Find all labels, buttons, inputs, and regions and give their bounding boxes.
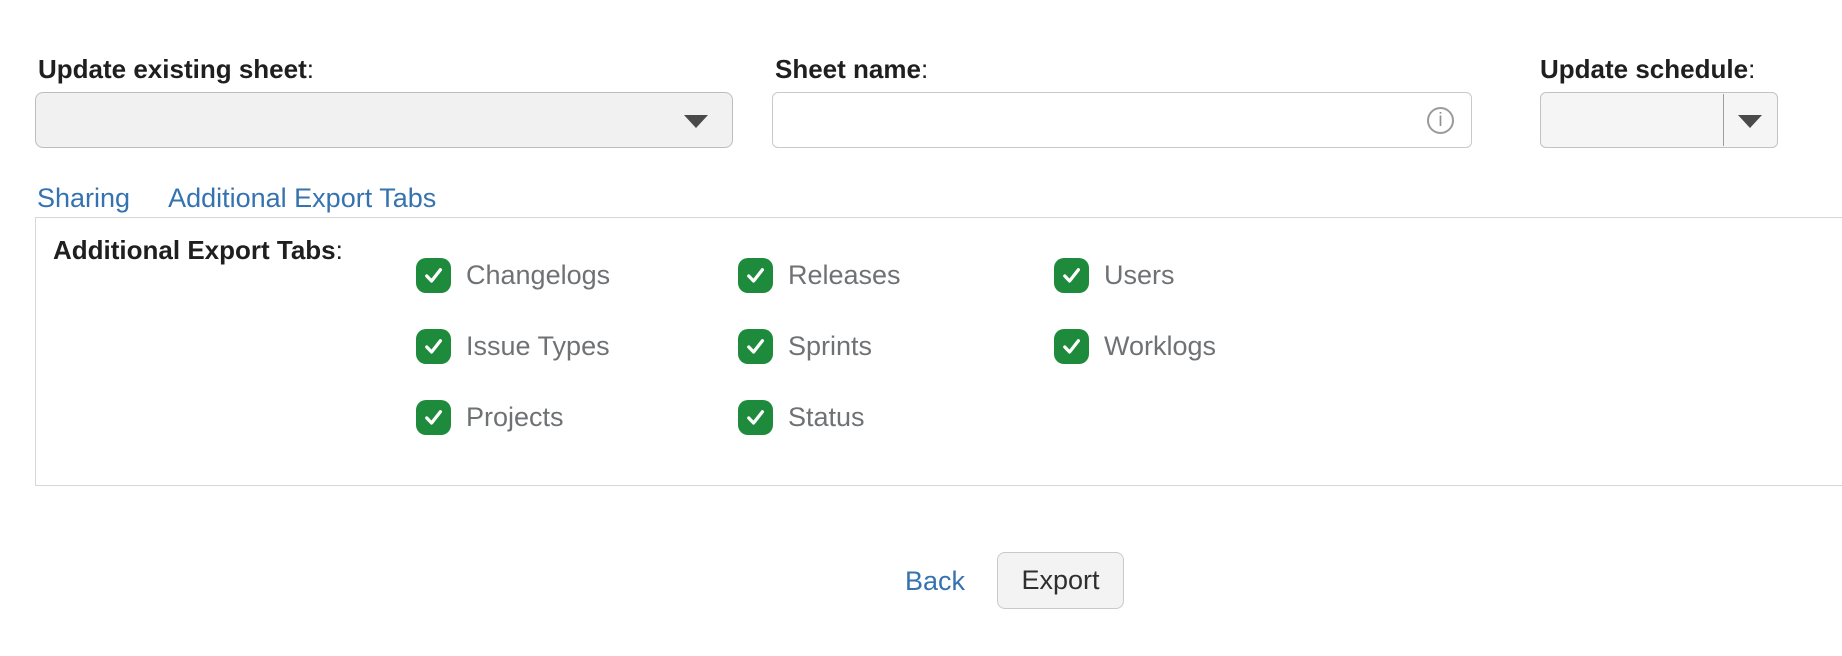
checkbox-label: Status	[788, 402, 865, 433]
checkbox-label: Worklogs	[1104, 331, 1216, 362]
checkbox-users[interactable]: Users	[1054, 258, 1216, 293]
info-icon[interactable]: i	[1427, 107, 1454, 134]
checked-checkbox-icon	[416, 258, 451, 293]
additional-export-tabs-panel: Additional Export Tabs: Changelogs Relea…	[35, 217, 1842, 486]
checkbox-worklogs[interactable]: Worklogs	[1054, 329, 1216, 364]
checkbox-sprints[interactable]: Sprints	[738, 329, 1054, 364]
checked-checkbox-icon	[416, 329, 451, 364]
checkbox-label: Changelogs	[466, 260, 610, 291]
update-schedule-label: Update schedule:	[1540, 54, 1755, 85]
checked-checkbox-icon	[738, 329, 773, 364]
checkbox-issue-types[interactable]: Issue Types	[416, 329, 738, 364]
sheet-name-label: Sheet name:	[775, 54, 928, 85]
checkbox-label: Issue Types	[466, 331, 610, 362]
checkbox-releases[interactable]: Releases	[738, 258, 1054, 293]
sheet-name-field-wrap: i	[772, 92, 1472, 148]
checkbox-projects[interactable]: Projects	[416, 400, 738, 435]
checkbox-label: Users	[1104, 260, 1175, 291]
checked-checkbox-icon	[738, 400, 773, 435]
checked-checkbox-icon	[416, 400, 451, 435]
checkbox-grid: Changelogs Releases Users Issue Types Sp	[416, 258, 1216, 435]
checkbox-label: Sprints	[788, 331, 872, 362]
chevron-down-icon	[684, 115, 708, 128]
checkbox-status[interactable]: Status	[738, 400, 1054, 435]
checked-checkbox-icon	[1054, 329, 1089, 364]
checked-checkbox-icon	[738, 258, 773, 293]
additional-export-tabs-panel-label: Additional Export Tabs:	[53, 235, 343, 266]
sheet-name-input[interactable]	[773, 93, 1471, 147]
export-button[interactable]: Export	[997, 552, 1124, 609]
chevron-down-icon	[1738, 115, 1762, 128]
combo-divider	[1723, 94, 1724, 146]
update-schedule-select[interactable]	[1540, 92, 1778, 148]
back-link[interactable]: Back	[905, 566, 965, 597]
checkbox-changelogs[interactable]: Changelogs	[416, 258, 738, 293]
update-existing-sheet-label: Update existing sheet:	[38, 54, 314, 85]
checkbox-label: Projects	[466, 402, 564, 433]
checkbox-label: Releases	[788, 260, 901, 291]
tab-bar: Sharing Additional Export Tabs	[37, 183, 436, 214]
tab-additional-export-tabs[interactable]: Additional Export Tabs	[168, 183, 436, 214]
tab-sharing[interactable]: Sharing	[37, 183, 130, 214]
update-existing-sheet-select[interactable]	[35, 92, 733, 148]
checked-checkbox-icon	[1054, 258, 1089, 293]
